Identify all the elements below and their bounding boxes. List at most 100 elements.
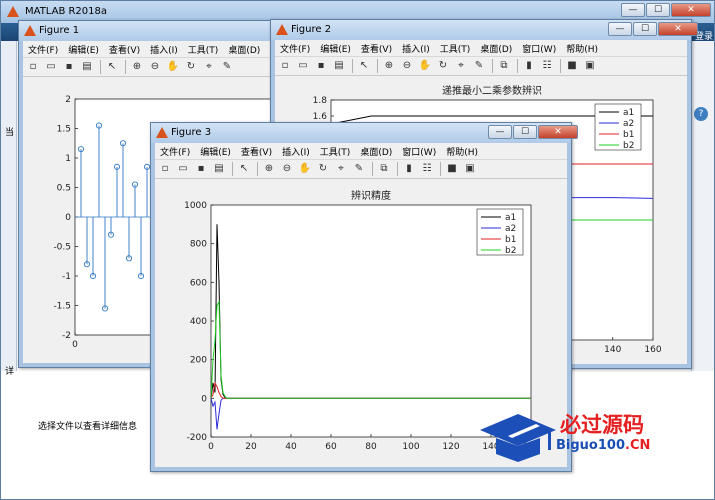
menu-file[interactable]: 文件(F)	[275, 42, 315, 55]
colorbar-icon[interactable]: ▮	[521, 58, 537, 74]
pointer-icon[interactable]: ↖	[104, 59, 120, 75]
figure-2-toolbar: ▫ ▭ ▪ ▤ ↖ ⊕ ⊖ ✋ ↻ ⌖ ✎ ⧉ ▮ ☷ ■ ▣	[275, 56, 687, 76]
zoom-out-icon[interactable]: ⊖	[399, 58, 415, 74]
y-tick-label: 1.5	[57, 125, 71, 135]
maximize-button[interactable]: ☐	[646, 3, 670, 17]
open-file-icon[interactable]: ▭	[175, 161, 191, 177]
menu-help[interactable]: 帮助(H)	[561, 42, 603, 55]
menu-tools[interactable]: 工具(T)	[435, 42, 476, 55]
legend-icon[interactable]: ☷	[539, 58, 555, 74]
zoom-in-icon[interactable]: ⊕	[381, 58, 397, 74]
menu-desktop[interactable]: 桌面(D)	[355, 145, 397, 158]
menu-edit[interactable]: 编辑(E)	[63, 43, 104, 56]
close-button[interactable]: ✕	[658, 22, 698, 36]
menu-insert[interactable]: 插入(I)	[277, 145, 315, 158]
matlab-logo-icon	[276, 24, 288, 36]
menu-edit[interactable]: 编辑(E)	[195, 145, 236, 158]
maximize-button[interactable]: ☐	[633, 22, 657, 36]
menu-edit[interactable]: 编辑(E)	[315, 42, 356, 55]
toolbar-separator	[257, 162, 258, 176]
hide-tools-icon[interactable]: ■	[444, 161, 460, 177]
save-icon[interactable]: ▪	[313, 58, 329, 74]
toolbar-separator	[492, 59, 493, 73]
save-icon[interactable]: ▪	[61, 59, 77, 75]
print-icon[interactable]: ▤	[211, 161, 227, 177]
minimize-button[interactable]: —	[621, 3, 645, 17]
minimize-button[interactable]: —	[488, 125, 512, 139]
pan-icon[interactable]: ✋	[417, 58, 433, 74]
figure-1-toolbar: ▫ ▭ ▪ ▤ ↖ ⊕ ⊖ ✋ ↻ ⌖ ✎	[23, 57, 278, 77]
show-tools-icon[interactable]: ▣	[462, 161, 478, 177]
figure-3-title-bar[interactable]: Figure 3 — ☐ ✕	[151, 123, 578, 143]
menu-view[interactable]: 查看(V)	[104, 43, 145, 56]
brush-icon[interactable]: ✎	[351, 161, 367, 177]
show-tools-icon[interactable]: ▣	[582, 58, 598, 74]
toolbar-separator	[232, 162, 233, 176]
rotate-icon[interactable]: ↻	[183, 59, 199, 75]
matlab-logo-icon	[24, 25, 36, 37]
new-figure-icon[interactable]: ▫	[157, 161, 173, 177]
menu-file[interactable]: 文件(F)	[23, 43, 63, 56]
menu-desktop[interactable]: 桌面(D)	[223, 43, 265, 56]
brush-icon[interactable]: ✎	[471, 58, 487, 74]
toolbar-separator	[372, 162, 373, 176]
y-tick-label: 1.6	[313, 112, 328, 122]
legend-label-a2: a2	[623, 119, 634, 129]
menu-window[interactable]: 窗口(W)	[517, 42, 561, 55]
rotate-icon[interactable]: ↻	[315, 161, 331, 177]
save-icon[interactable]: ▪	[193, 161, 209, 177]
details-placeholder-text: 选择文件以查看详细信息	[38, 422, 138, 432]
y-tick-label: -1.5	[53, 302, 71, 312]
close-button[interactable]: ✕	[538, 125, 578, 139]
zoom-out-icon[interactable]: ⊖	[279, 161, 295, 177]
new-figure-icon[interactable]: ▫	[25, 59, 41, 75]
menu-tools[interactable]: 工具(T)	[315, 145, 356, 158]
link-plot-icon[interactable]: ⧉	[376, 161, 392, 177]
menu-insert[interactable]: 插入(I)	[145, 43, 183, 56]
hide-tools-icon[interactable]: ■	[564, 58, 580, 74]
y-tick-label: 800	[190, 240, 207, 250]
data-cursor-icon[interactable]: ⌖	[201, 59, 217, 75]
zoom-in-icon[interactable]: ⊕	[261, 161, 277, 177]
data-cursor-icon[interactable]: ⌖	[453, 58, 469, 74]
y-tick-label: 2	[65, 95, 71, 105]
rotate-icon[interactable]: ↻	[435, 58, 451, 74]
y-tick-label: 400	[190, 317, 207, 327]
link-plot-icon[interactable]: ⧉	[496, 58, 512, 74]
pan-icon[interactable]: ✋	[165, 59, 181, 75]
open-file-icon[interactable]: ▭	[295, 58, 311, 74]
figure-1-title-bar[interactable]: Figure 1	[19, 21, 282, 41]
figure-2-title-bar[interactable]: Figure 2 — ☐ ✕	[271, 20, 698, 40]
menu-desktop[interactable]: 桌面(D)	[475, 42, 517, 55]
brush-icon[interactable]: ✎	[219, 59, 235, 75]
menu-file[interactable]: 文件(F)	[155, 145, 195, 158]
x-tick-label: 140	[604, 345, 621, 355]
menu-help[interactable]: 帮助(H)	[441, 145, 483, 158]
legend-icon[interactable]: ☷	[419, 161, 435, 177]
menu-tools[interactable]: 工具(T)	[183, 43, 224, 56]
pointer-icon[interactable]: ↖	[236, 161, 252, 177]
y-tick-label: -200	[187, 433, 208, 443]
minimize-button[interactable]: —	[608, 22, 632, 36]
colorbar-icon[interactable]: ▮	[401, 161, 417, 177]
help-icon[interactable]: ?	[694, 107, 708, 121]
pan-icon[interactable]: ✋	[297, 161, 313, 177]
toolbar-separator	[440, 162, 441, 176]
toolbar-separator	[517, 59, 518, 73]
pointer-icon[interactable]: ↖	[356, 58, 372, 74]
maximize-button[interactable]: ☐	[513, 125, 537, 139]
new-figure-icon[interactable]: ▫	[277, 58, 293, 74]
menu-insert[interactable]: 插入(I)	[397, 42, 435, 55]
data-cursor-icon[interactable]: ⌖	[333, 161, 349, 177]
close-button[interactable]: ✕	[671, 3, 711, 17]
zoom-out-icon[interactable]: ⊖	[147, 59, 163, 75]
menu-view[interactable]: 查看(V)	[356, 42, 397, 55]
x-tick-label: 60	[325, 442, 337, 452]
print-icon[interactable]: ▤	[331, 58, 347, 74]
zoom-in-icon[interactable]: ⊕	[129, 59, 145, 75]
open-file-icon[interactable]: ▭	[43, 59, 59, 75]
menu-window[interactable]: 窗口(W)	[397, 145, 441, 158]
toolbar-separator	[560, 59, 561, 73]
menu-view[interactable]: 查看(V)	[236, 145, 277, 158]
print-icon[interactable]: ▤	[79, 59, 95, 75]
